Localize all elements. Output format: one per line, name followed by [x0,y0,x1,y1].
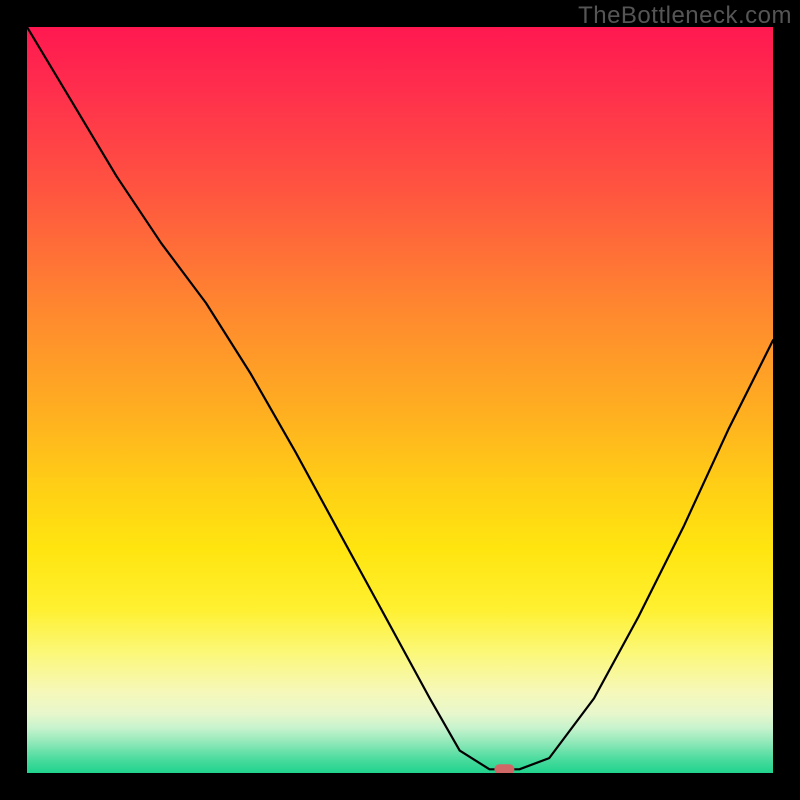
bottleneck-curve [27,27,773,769]
watermark-text: TheBottleneck.com [578,2,792,30]
chart-svg [27,27,773,773]
chart-frame: TheBottleneck.com [0,0,800,800]
plot-area [27,27,773,773]
optimal-marker [494,764,514,773]
